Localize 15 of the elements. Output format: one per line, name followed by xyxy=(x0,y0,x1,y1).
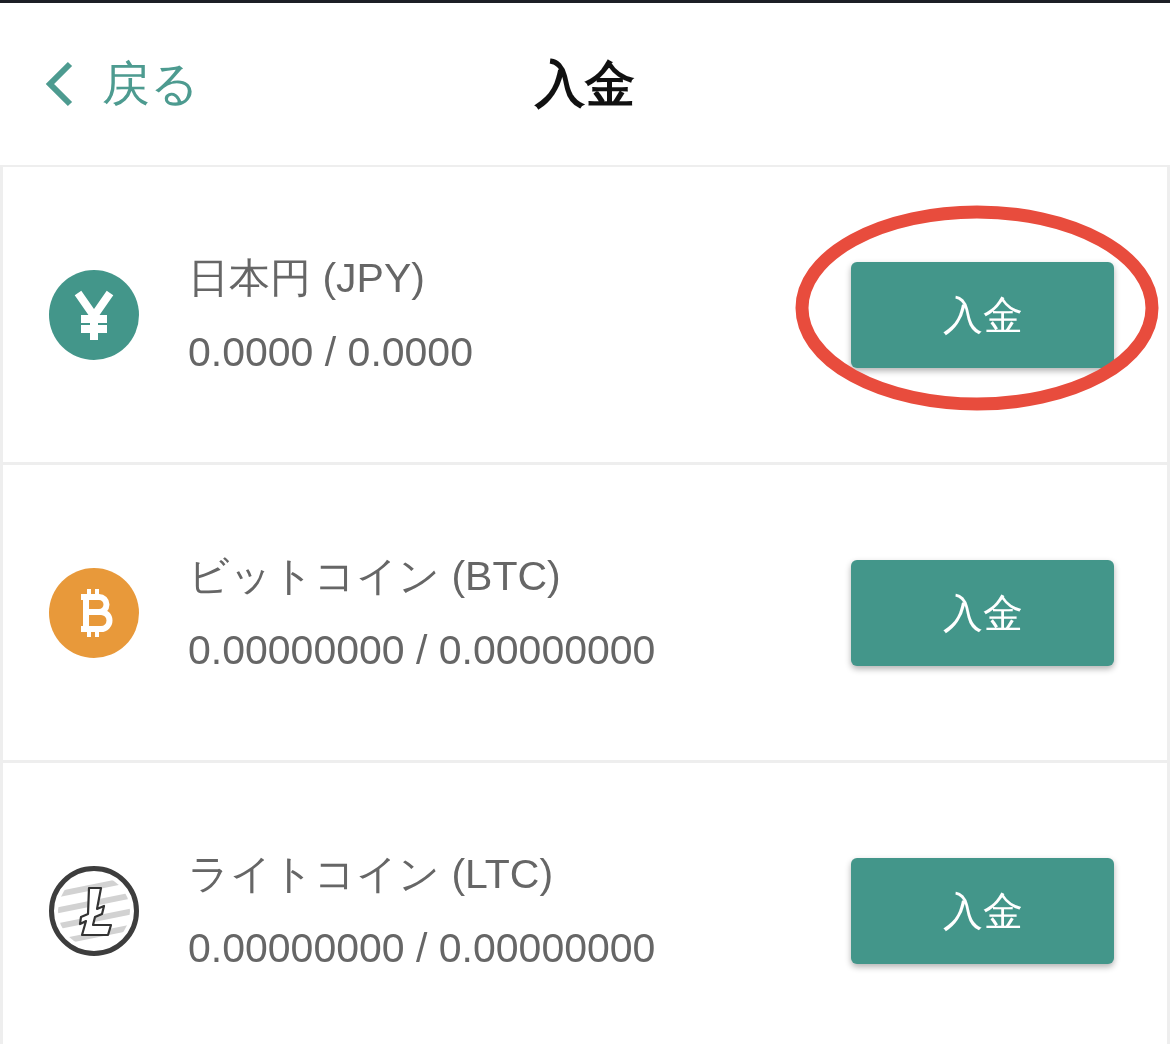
currency-name: 日本円 (JPY) xyxy=(188,254,426,303)
litecoin-icon xyxy=(49,866,139,956)
page-title: 入金 xyxy=(535,54,635,114)
deposit-button[interactable]: 入金 xyxy=(851,858,1114,964)
chevron-left-icon xyxy=(44,61,74,107)
balance-text: 0.00000000 / 0.00000000 xyxy=(188,924,657,973)
deposit-button[interactable]: 入金 xyxy=(851,560,1114,666)
currency-name: ライトコイン (LTC) xyxy=(188,850,555,899)
bitcoin-icon xyxy=(49,568,139,658)
deposit-button[interactable]: 入金 xyxy=(851,262,1114,368)
back-button[interactable]: 戻る xyxy=(44,48,199,120)
currency-name: ビットコイン (BTC) xyxy=(188,552,562,601)
balance-text: 0.00000000 / 0.00000000 xyxy=(188,626,657,675)
yen-coin-icon xyxy=(49,270,139,360)
balance-text: 0.0000 / 0.0000 xyxy=(188,328,474,377)
